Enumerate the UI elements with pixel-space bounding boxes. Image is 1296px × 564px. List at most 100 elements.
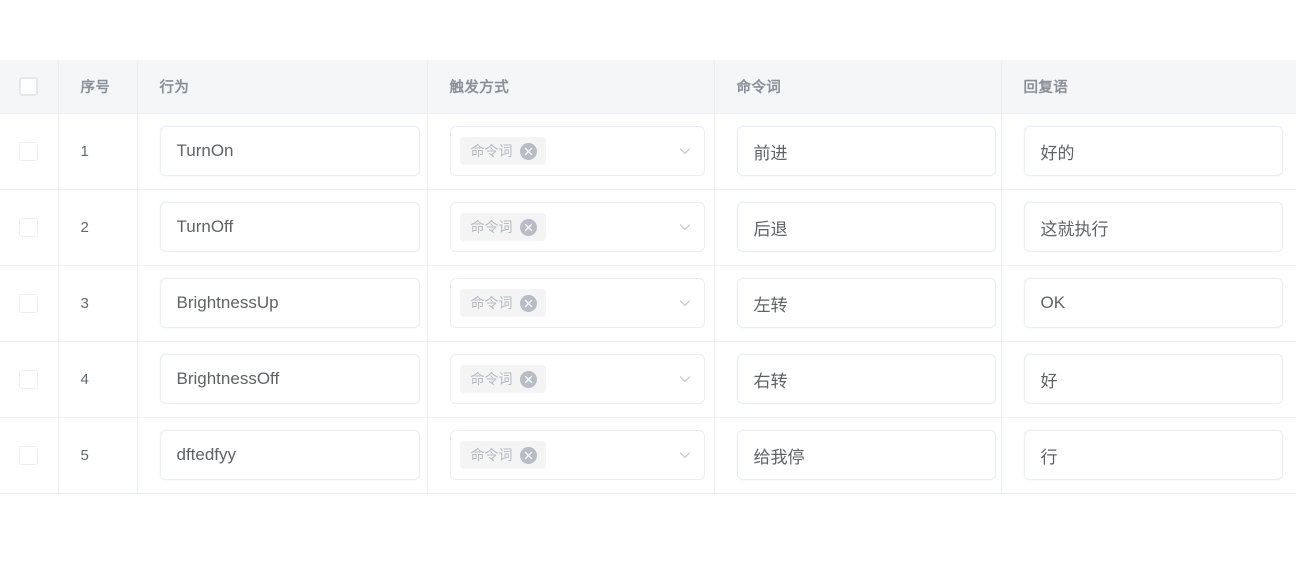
row-index-cell: 5 xyxy=(58,417,138,494)
trigger-select[interactable]: 命令词 xyxy=(449,126,705,176)
reply-input[interactable]: OK xyxy=(1023,278,1283,328)
select-all-checkbox[interactable] xyxy=(19,76,39,96)
row-index-value: 2 xyxy=(80,218,89,236)
trigger-tag-label: 命令词 xyxy=(470,295,513,311)
row-trigger-cell: 命令词 xyxy=(427,189,715,266)
reply-input[interactable]: 好的 xyxy=(1023,126,1283,176)
row-command-cell: 给我停 xyxy=(714,417,1002,494)
table-header: 序号 行为 触发方式 命令词 回复语 xyxy=(0,60,1296,114)
row-select-cell xyxy=(0,265,59,342)
row-index-value: 4 xyxy=(80,370,89,388)
action-input[interactable]: dftedfyy xyxy=(159,430,420,480)
row-checkbox-wrapper xyxy=(0,190,58,265)
action-input[interactable]: TurnOn xyxy=(159,126,420,176)
row-index-value: 3 xyxy=(80,294,89,312)
table-header-row: 序号 行为 触发方式 命令词 回复语 xyxy=(0,60,1296,114)
close-circle-icon[interactable] xyxy=(519,142,537,160)
row-index-cell: 1 xyxy=(58,113,138,190)
row-select-checkbox[interactable] xyxy=(19,217,39,237)
row-select-cell xyxy=(0,417,59,494)
table-body: 1 TurnOn 命令词 前进 好的 2 TurnOff 命令词 后退 这就执行… xyxy=(0,113,1296,494)
close-circle-icon[interactable] xyxy=(519,218,537,236)
row-select-cell xyxy=(0,113,59,190)
close-circle-icon[interactable] xyxy=(519,294,537,312)
row-checkbox-wrapper xyxy=(0,114,58,189)
header-reply: 回复语 xyxy=(1001,60,1296,114)
chevron-down-icon[interactable] xyxy=(678,448,692,462)
header-select-all-cell xyxy=(0,60,59,114)
command-input[interactable]: 右转 xyxy=(736,354,996,404)
trigger-tag-label: 命令词 xyxy=(470,447,513,463)
select-all-wrapper xyxy=(0,60,58,113)
row-trigger-cell: 命令词 xyxy=(427,417,715,494)
table-row: 2 TurnOff 命令词 后退 这就执行 xyxy=(0,189,1296,266)
chevron-down-icon[interactable] xyxy=(678,372,692,386)
trigger-select[interactable]: 命令词 xyxy=(449,430,705,480)
reply-input[interactable]: 好 xyxy=(1023,354,1283,404)
row-command-cell: 前进 xyxy=(714,113,1002,190)
trigger-tag-label: 命令词 xyxy=(470,371,513,387)
row-action-cell: BrightnessOff xyxy=(137,341,428,418)
close-circle-icon[interactable] xyxy=(519,370,537,388)
chevron-down-icon[interactable] xyxy=(678,220,692,234)
command-input[interactable]: 左转 xyxy=(736,278,996,328)
command-input[interactable]: 后退 xyxy=(736,202,996,252)
command-input[interactable]: 前进 xyxy=(736,126,996,176)
chevron-down-icon[interactable] xyxy=(678,296,692,310)
row-action-cell: TurnOff xyxy=(137,189,428,266)
row-reply-cell: 好的 xyxy=(1001,113,1296,190)
row-action-cell: dftedfyy xyxy=(137,417,428,494)
row-command-cell: 后退 xyxy=(714,189,1002,266)
command-input[interactable]: 给我停 xyxy=(736,430,996,480)
table-row: 1 TurnOn 命令词 前进 好的 xyxy=(0,113,1296,190)
row-index-cell: 2 xyxy=(58,189,138,266)
row-reply-cell: 好 xyxy=(1001,341,1296,418)
trigger-tag[interactable]: 命令词 xyxy=(459,213,546,241)
row-index-value: 5 xyxy=(80,446,89,464)
table-row: 3 BrightnessUp 命令词 左转 OK xyxy=(0,265,1296,342)
trigger-select[interactable]: 命令词 xyxy=(449,202,705,252)
header-trigger: 触发方式 xyxy=(427,60,715,114)
command-table-container: 序号 行为 触发方式 命令词 回复语 1 TurnOn 命令词 前进 好的 2 … xyxy=(0,60,1296,494)
header-command: 命令词 xyxy=(714,60,1002,114)
row-select-checkbox[interactable] xyxy=(19,369,39,389)
action-input[interactable]: TurnOff xyxy=(159,202,420,252)
row-trigger-cell: 命令词 xyxy=(427,341,715,418)
trigger-tag[interactable]: 命令词 xyxy=(459,441,546,469)
row-action-cell: TurnOn xyxy=(137,113,428,190)
table-row: 5 dftedfyy 命令词 给我停 行 xyxy=(0,417,1296,494)
command-mapping-page: 序号 行为 触发方式 命令词 回复语 1 TurnOn 命令词 前进 好的 2 … xyxy=(0,0,1296,564)
header-index: 序号 xyxy=(58,60,138,114)
trigger-tag[interactable]: 命令词 xyxy=(459,289,546,317)
chevron-down-icon[interactable] xyxy=(678,144,692,158)
action-input[interactable]: BrightnessOff xyxy=(159,354,420,404)
row-reply-cell: 这就执行 xyxy=(1001,189,1296,266)
trigger-select[interactable]: 命令词 xyxy=(449,354,705,404)
row-select-checkbox[interactable] xyxy=(19,141,39,161)
row-checkbox-wrapper xyxy=(0,418,58,493)
row-select-checkbox[interactable] xyxy=(19,293,39,313)
row-index-cell: 4 xyxy=(58,341,138,418)
row-action-cell: BrightnessUp xyxy=(137,265,428,342)
row-select-checkbox[interactable] xyxy=(19,445,39,465)
row-checkbox-wrapper xyxy=(0,342,58,417)
action-input[interactable]: BrightnessUp xyxy=(159,278,420,328)
reply-input[interactable]: 这就执行 xyxy=(1023,202,1283,252)
row-command-cell: 左转 xyxy=(714,265,1002,342)
close-circle-icon[interactable] xyxy=(519,446,537,464)
reply-input[interactable]: 行 xyxy=(1023,430,1283,480)
row-reply-cell: 行 xyxy=(1001,417,1296,494)
row-command-cell: 右转 xyxy=(714,341,1002,418)
row-select-cell xyxy=(0,189,59,266)
row-select-cell xyxy=(0,341,59,418)
header-action: 行为 xyxy=(137,60,428,114)
trigger-select[interactable]: 命令词 xyxy=(449,278,705,328)
row-index-value: 1 xyxy=(80,142,89,160)
trigger-tag[interactable]: 命令词 xyxy=(459,137,546,165)
trigger-tag[interactable]: 命令词 xyxy=(459,365,546,393)
row-trigger-cell: 命令词 xyxy=(427,265,715,342)
row-checkbox-wrapper xyxy=(0,266,58,341)
table-row: 4 BrightnessOff 命令词 右转 好 xyxy=(0,341,1296,418)
row-index-cell: 3 xyxy=(58,265,138,342)
trigger-tag-label: 命令词 xyxy=(470,219,513,235)
